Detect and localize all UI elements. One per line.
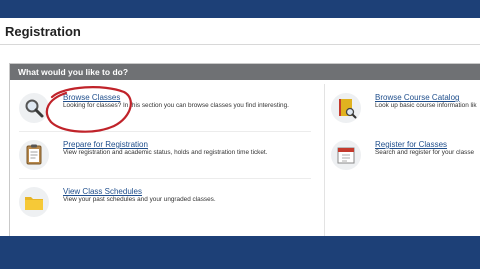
view-schedules-desc: View your past schedules and your ungrad… [63,196,216,203]
folder-icon [19,187,49,217]
register-classes-desc: Search and register for your classe [375,149,475,156]
clipboard-icon [19,140,49,170]
register-classes-link[interactable]: Register for Classes [375,140,447,149]
prepare-registration-desc: View registration and academic status, h… [63,149,268,156]
magnifier-icon [19,93,49,123]
browse-catalog-desc: Look up basic course information lik [375,102,477,109]
browse-classes-desc: Looking for classes? In this section you… [63,102,289,109]
book-icon [331,93,361,123]
column-divider [324,84,325,244]
row-divider [19,131,311,132]
browse-catalog-link[interactable]: Browse Course Catalog [375,93,459,102]
page-title: Registration [5,24,81,39]
registration-page: Registration What would you like to do? … [0,18,480,245]
actions-panel: What would you like to do? Browse Classe… [9,63,480,245]
calendar-icon [331,140,361,170]
row-divider [19,178,311,179]
view-schedules-link[interactable]: View Class Schedules [63,187,142,196]
panel-header: What would you like to do? [10,64,480,80]
prepare-registration-link[interactable]: Prepare for Registration [63,140,148,149]
browse-classes-link[interactable]: Browse Classes [63,93,120,102]
top-band [0,0,480,18]
bottom-band [0,236,480,269]
title-divider [0,44,480,45]
